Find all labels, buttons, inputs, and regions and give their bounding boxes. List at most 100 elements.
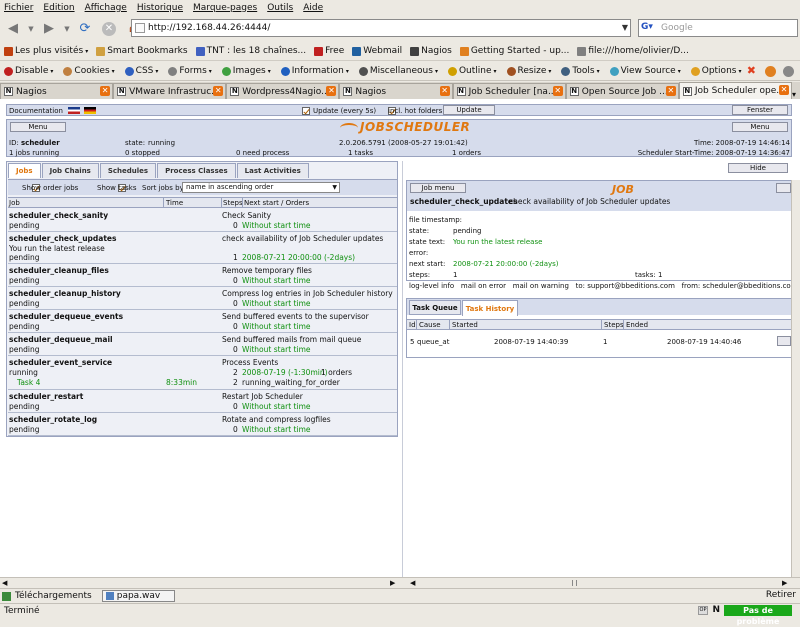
devtool-forms[interactable]: Forms ▾ <box>168 66 212 76</box>
menu-affichage[interactable]: Affichage <box>85 3 127 13</box>
bookmark-file-home-olivier-d[interactable]: file:///home/olivier/D... <box>577 46 689 56</box>
bookmark-getting-started-up[interactable]: Getting Started - up... <box>459 46 569 56</box>
back-arrow-icon[interactable]: ◀ <box>3 19 23 39</box>
tab-schedules[interactable]: Schedules <box>99 163 157 178</box>
bookmark-smart-bookmarks[interactable]: Smart Bookmarks <box>96 46 188 56</box>
back-dropdown-icon[interactable]: ▼ <box>27 19 35 39</box>
tab-close-icon[interactable]: ✕ <box>665 86 676 96</box>
tab-jobs[interactable]: Jobs <box>8 163 41 178</box>
job-row[interactable]: scheduler_cleanup_history Compress log en… <box>8 288 397 310</box>
downloads-label[interactable]: Téléchargements <box>15 591 92 601</box>
search-input[interactable]: G▾ Google <box>638 19 798 37</box>
documentation-label[interactable]: Documentation <box>9 107 63 115</box>
stop-icon[interactable]: ✕ <box>99 19 119 39</box>
scroll-right-icon-2[interactable]: ▶ <box>782 579 787 587</box>
warning-icon[interactable] <box>765 66 776 77</box>
scroll-left-icon[interactable]: ◀ <box>2 579 7 587</box>
tab-close-icon[interactable]: ✕ <box>778 85 789 95</box>
tab-close-icon[interactable]: ✕ <box>326 86 337 96</box>
css-status-icon[interactable]: OP <box>698 606 708 615</box>
history-row-button[interactable] <box>777 336 791 346</box>
menu-historique[interactable]: Historique <box>137 3 183 13</box>
devtool-view-source[interactable]: View Source ▾ <box>609 66 681 76</box>
tab-job-chains[interactable]: Job Chains <box>41 163 99 178</box>
browser-tab-4[interactable]: N Nagios ✕ <box>339 83 453 99</box>
browser-tab-2[interactable]: N VMware Infrastruc... ✕ <box>113 83 227 99</box>
tab-close-icon[interactable]: ✕ <box>552 86 563 96</box>
scroll-right-icon[interactable]: ▶ <box>390 579 395 587</box>
job-close-button[interactable] <box>776 183 791 193</box>
download-item[interactable]: papa.wav <box>101 590 176 602</box>
scheduler-menu-button[interactable]: Menu <box>10 122 66 132</box>
right-scrollbar[interactable] <box>791 180 800 577</box>
no-problem-badge[interactable]: Pas de problème <box>724 605 792 626</box>
bookmark-webmail[interactable]: Webmail <box>352 46 402 56</box>
devtool-cookies[interactable]: Cookies ▾ <box>63 66 115 76</box>
browser-tab-6[interactable]: N Open Source Job ... ✕ <box>565 83 679 99</box>
devtool-images[interactable]: Images ▾ <box>221 66 271 76</box>
job-row[interactable]: scheduler_dequeue_mail Send buffered mail… <box>8 334 397 356</box>
browser-tab-7[interactable]: N Job Scheduler ope... ✕ <box>678 82 792 99</box>
update-checkbox[interactable] <box>302 106 310 115</box>
devtool-miscellaneous[interactable]: Miscellaneous ▾ <box>358 66 438 76</box>
bookmark-nagios[interactable]: Nagios <box>410 46 452 56</box>
job-row[interactable]: scheduler_restart Restart Job Scheduler pe… <box>8 391 397 413</box>
google-search-icon[interactable]: G▾ <box>641 22 659 35</box>
devtool-disable[interactable]: Disable ▾ <box>4 66 53 76</box>
bookmark-free[interactable]: Free <box>314 46 344 56</box>
update-button[interactable]: Update <box>443 105 495 115</box>
job-row[interactable]: scheduler_check_sanity Check Sanity pendin… <box>8 210 397 232</box>
uk-flag-icon[interactable] <box>68 107 80 114</box>
job-row[interactable]: scheduler_event_service Process Events run… <box>8 357 397 390</box>
menu-aide[interactable]: Aide <box>303 3 323 13</box>
url-input[interactable]: http://192.168.44.26:4444/ ▼ <box>131 19 631 37</box>
job-menu-button[interactable]: Job menu <box>410 183 466 193</box>
close-red-icon[interactable]: ✖ <box>747 64 756 77</box>
devtool-css[interactable]: CSS ▾ <box>124 66 158 76</box>
tab-close-icon[interactable]: ✕ <box>439 86 450 96</box>
scheduler-menu-button-right[interactable]: Menu <box>732 122 788 132</box>
hide-button[interactable]: Hide <box>728 163 788 173</box>
scroll-left-icon-2[interactable]: ◀ <box>410 579 415 587</box>
bookmark-les-plus-visit-s[interactable]: Les plus visités ▾ <box>4 46 88 56</box>
fenster-button[interactable]: Fenster <box>732 105 788 115</box>
job-row[interactable]: scheduler_check_updates check availabilit… <box>8 233 397 264</box>
german-flag-icon[interactable] <box>84 107 96 114</box>
devtool-resize[interactable]: Resize ▾ <box>506 66 551 76</box>
devtool-outline[interactable]: Outline ▾ <box>447 66 497 76</box>
tab-task-history[interactable]: Task History <box>462 300 518 316</box>
tab-process-classes[interactable]: Process Classes <box>157 163 236 178</box>
url-dropdown-icon[interactable]: ▼ <box>622 23 628 32</box>
horizontal-scrollbars[interactable]: ◀ ▶ ◀ ▶ <box>0 577 800 588</box>
job-row[interactable]: scheduler_rotate_log Rotate and compress … <box>8 414 397 436</box>
devtool-options[interactable]: Options ▾ <box>690 66 741 76</box>
task-id[interactable]: Task 4 <box>17 378 40 387</box>
forward-dropdown-icon[interactable]: ▼ <box>63 19 71 39</box>
tab-last-activities[interactable]: Last Activities <box>236 163 309 178</box>
forward-arrow-icon[interactable]: ▶ <box>39 19 59 39</box>
tab-task-queue[interactable]: Task Queue <box>409 300 461 315</box>
panel-divider[interactable] <box>402 161 403 577</box>
reload-icon[interactable]: ⟳ <box>75 19 95 39</box>
browser-tab-1[interactable]: N Nagios ✕ <box>0 83 114 99</box>
scroll-thumb[interactable] <box>572 580 577 586</box>
devtool-tools[interactable]: Tools ▾ <box>561 66 600 76</box>
nagios-status-icon[interactable]: N <box>712 605 720 615</box>
menu-outils[interactable]: Outils <box>267 3 293 13</box>
devtool-information[interactable]: Information ▾ <box>280 66 349 76</box>
tab-list-icon[interactable]: ▾ <box>792 90 796 99</box>
info-icon[interactable] <box>783 66 794 77</box>
menu-marque-pages[interactable]: Marque-pages <box>193 3 257 13</box>
remove-downloads-button[interactable]: Retirer <box>766 590 796 600</box>
browser-tab-5[interactable]: N Job Scheduler [na... ✕ <box>452 83 566 99</box>
job-row[interactable]: scheduler_dequeue_events Send buffered ev… <box>8 311 397 333</box>
browser-tab-3[interactable]: N Wordpress4Nagio... ✕ <box>226 83 340 99</box>
job-row[interactable]: scheduler_cleanup_files Remove temporary … <box>8 265 397 287</box>
history-row[interactable]: 5 queue_at 2008-07-19 14:40:39 1 2008-07… <box>407 332 791 352</box>
bookmark-tnt-les-18-cha-nes[interactable]: TNT : les 18 chaînes... <box>195 46 306 56</box>
sort-select[interactable]: name in ascending order ▼ <box>182 182 340 193</box>
tab-close-icon[interactable]: ✕ <box>213 86 224 96</box>
menu-fichier[interactable]: Fichier <box>4 3 33 13</box>
tab-close-icon[interactable]: ✕ <box>100 86 111 96</box>
menu-edition[interactable]: Edition <box>43 3 74 13</box>
